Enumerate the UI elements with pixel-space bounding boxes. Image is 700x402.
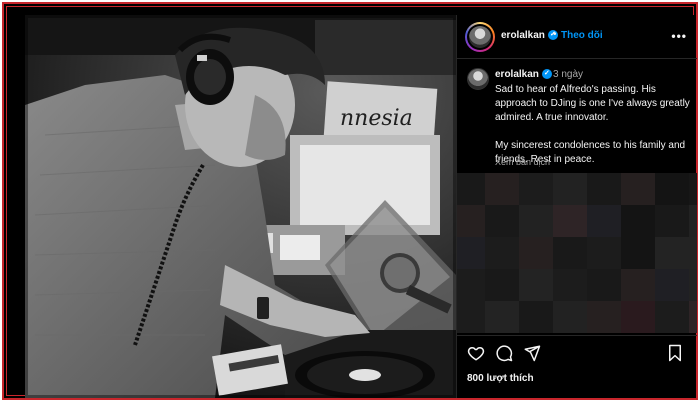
post-header: erolalkan ✓ • Theo dõi ••• [457,15,697,59]
blurred-cell [621,205,655,237]
blurred-cell [655,237,689,269]
follow-button[interactable]: Theo dõi [561,30,603,41]
caption-text: Sad to hear of Alfredo's passing. His ap… [495,83,691,167]
blurred-cell [457,301,485,333]
blurred-cell [689,301,697,333]
more-options-icon[interactable]: ••• [671,29,687,43]
blurred-cell [519,205,553,237]
blurred-cell [485,173,519,205]
blurred-cell [519,269,553,301]
blurred-cell [655,205,689,237]
header-username-link[interactable]: erolalkan ✓ [501,30,558,41]
blurred-cell [457,269,485,301]
blurred-cell [485,301,519,333]
blurred-cell [655,269,689,301]
share-icon[interactable] [523,344,541,362]
blurred-cell [519,173,553,205]
blurred-cell [655,173,689,205]
header-separator: • [553,29,557,40]
avatar-image [469,26,491,48]
blurred-cell [519,301,553,333]
blurred-cell [621,237,655,269]
heart-icon[interactable] [467,344,485,362]
blurred-cell [621,173,655,205]
blurred-comments-area [457,173,697,333]
blurred-cell [689,269,697,301]
see-translation-link[interactable]: Xem bản dịch [495,157,550,167]
blurred-cell [655,301,689,333]
comment-avatar[interactable] [467,68,489,90]
blurred-cell [689,237,697,269]
blurred-cell [621,301,655,333]
blurred-cell [457,237,485,269]
comment-timestamp[interactable]: 3 ngày [553,69,583,80]
post-photo[interactable]: nnesia [25,15,456,398]
verified-badge-icon: ✓ [541,69,552,80]
blurred-cell [587,205,621,237]
blurred-cell [553,205,587,237]
comment-username-link[interactable]: erolalkan ✓ [495,69,552,80]
blurred-cell [553,301,587,333]
sign-text: nnesia [340,106,413,131]
blurred-cell [587,173,621,205]
blurred-cell [689,173,697,205]
likes-count[interactable]: 800 lượt thích [467,373,534,384]
blurred-cell [553,237,587,269]
dj-photo-illustration: nnesia [25,15,456,398]
blurred-cell [621,269,655,301]
blurred-cell [485,205,519,237]
blurred-cell [587,301,621,333]
blurred-cell [553,173,587,205]
bookmark-icon[interactable] [667,344,683,362]
blurred-cell [587,269,621,301]
blurred-cell [689,205,697,237]
blurred-cell [587,237,621,269]
header-avatar[interactable] [465,22,495,52]
blurred-cell [553,269,587,301]
blurred-cell [457,173,485,205]
post-side-panel: erolalkan ✓ • Theo dõi ••• erolalkan ✓ 3 n… [456,15,697,398]
caption-paragraph-1: Sad to hear of Alfredo's passing. His ap… [495,84,690,123]
blurred-cell [485,237,519,269]
blurred-cell [519,237,553,269]
blurred-cell [485,269,519,301]
post-actions: 800 lượt thích [457,335,697,398]
blurred-cell [457,205,485,237]
comment-icon[interactable] [495,344,513,362]
